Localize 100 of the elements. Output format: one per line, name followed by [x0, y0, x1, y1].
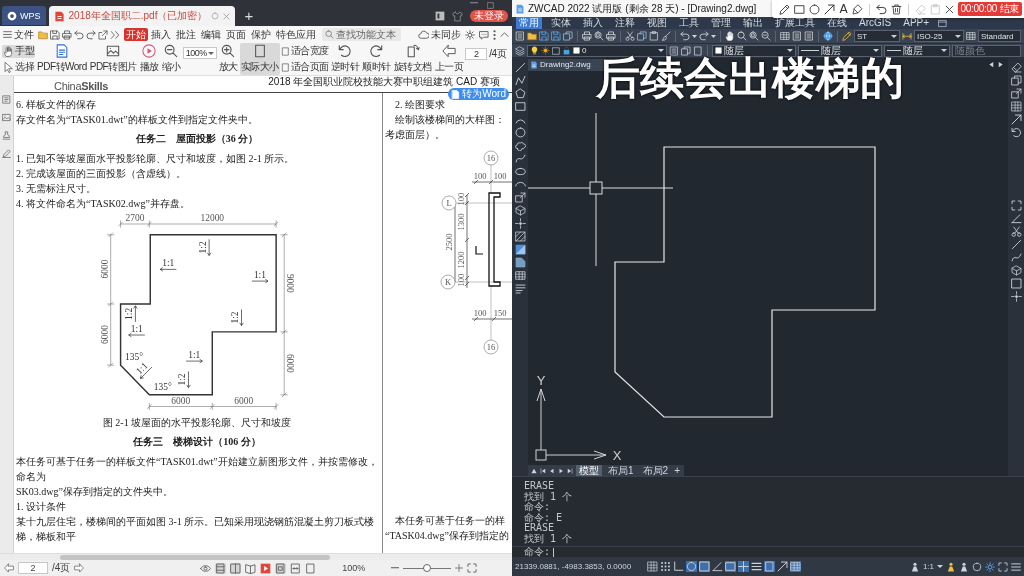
pdf-to-image-button[interactable]: PDF转图片 [88, 43, 138, 75]
text-lines-icon[interactable] [514, 283, 526, 294]
caret-icon[interactable] [787, 49, 793, 52]
file-icon[interactable] [530, 60, 538, 69]
dimension-icon[interactable] [902, 31, 912, 41]
pdf-file-icon[interactable] [53, 10, 65, 22]
scroll-left-icon[interactable] [988, 61, 995, 68]
line-sample-icon[interactable] [801, 49, 819, 52]
hatch-icon[interactable] [514, 231, 526, 242]
next-page-icon[interactable] [74, 563, 85, 573]
menu-tab[interactable]: 注释 [612, 17, 638, 29]
grid-icon[interactable] [1010, 101, 1022, 112]
pen-icon[interactable] [2, 149, 11, 158]
folder-icon[interactable] [527, 31, 537, 41]
printer-icon[interactable] [62, 29, 72, 40]
window-icon[interactable] [938, 18, 948, 28]
scissors-icon[interactable] [625, 31, 635, 41]
play-icon[interactable] [260, 562, 272, 574]
ribbon-tab[interactable]: 编辑 [199, 28, 223, 41]
zoom-out-icon[interactable] [164, 44, 179, 58]
menu-tab[interactable]: 插入 [580, 17, 606, 29]
login-button[interactable]: 未登录 [470, 10, 508, 22]
menu-tab[interactable]: 在线 [824, 17, 850, 29]
ribbon-tab[interactable]: 插入 [149, 28, 173, 41]
menu-tab[interactable]: APP+ [900, 17, 933, 29]
image-icon[interactable] [2, 113, 11, 122]
zoom-window-icon[interactable] [749, 31, 759, 41]
table-icon[interactable] [514, 270, 526, 281]
dot-grid-icon[interactable] [660, 561, 672, 572]
chevron-up-icon[interactable] [500, 30, 509, 39]
image-icon[interactable] [106, 44, 121, 58]
stop-recording-button[interactable]: 00:00:00 结束 [957, 2, 1022, 16]
floppy-icon[interactable] [551, 31, 561, 41]
first-icon[interactable] [540, 467, 546, 474]
zoom-dropdown[interactable]: 100% [182, 47, 217, 59]
home-tab[interactable]: WPS [2, 6, 46, 25]
insert-icon[interactable] [1010, 88, 1022, 99]
more-icon[interactable] [493, 29, 496, 40]
angle-icon[interactable] [1010, 213, 1022, 224]
hand-icon[interactable] [3, 45, 14, 57]
arrow-icon[interactable] [824, 3, 836, 15]
redo-icon[interactable] [86, 29, 96, 40]
stack-icon[interactable] [681, 45, 691, 56]
document-icon[interactable] [54, 44, 69, 58]
polygon-outline[interactable] [614, 146, 876, 418]
layout-tab[interactable]: 布局1 [605, 465, 637, 476]
play-button[interactable]: 播放 [138, 43, 160, 75]
rotate-document-button[interactable]: 旋转文档 [392, 43, 433, 75]
color-dropdown[interactable]: 随层 [712, 44, 796, 57]
panel-icon[interactable] [435, 11, 445, 21]
maximize-icon[interactable] [487, 2, 494, 9]
caret-icon[interactable] [711, 34, 716, 38]
play-icon[interactable] [142, 44, 157, 58]
ortho-icon[interactable] [673, 561, 685, 572]
line-icon[interactable] [514, 62, 526, 73]
rotate-right-button[interactable]: 顺时针 [361, 43, 392, 75]
menu-tab[interactable]: 实体 [548, 17, 574, 29]
menu-tab[interactable]: 常用 [516, 17, 542, 29]
file-menu-button[interactable]: 文件 [3, 28, 34, 41]
stack-icon[interactable] [563, 31, 573, 41]
scrollbar-thumb[interactable] [60, 554, 330, 560]
rectangle-icon[interactable] [794, 3, 806, 15]
rotate-left-button[interactable]: 逆时针 [329, 43, 361, 75]
menu-tab[interactable]: 扩展工具 [772, 17, 818, 29]
zoom-window-icon[interactable] [594, 31, 604, 41]
person-icon[interactable] [946, 561, 956, 572]
double-page-icon[interactable] [230, 562, 242, 574]
eraser-icon[interactable] [1010, 62, 1022, 73]
actual-size-button[interactable]: 实际大小 [239, 43, 280, 75]
undo-icon[interactable] [74, 29, 84, 40]
chat-icon[interactable] [479, 29, 489, 40]
stack-icon[interactable] [1010, 75, 1022, 86]
menu-icon[interactable] [3, 30, 12, 39]
caret-icon[interactable] [207, 51, 214, 55]
pencil-icon[interactable] [779, 3, 791, 15]
search-field[interactable]: 查找功能文本 [322, 28, 401, 41]
ring-icon[interactable] [686, 561, 698, 572]
stamp-icon[interactable] [2, 131, 11, 140]
person-icon[interactable] [909, 561, 920, 572]
person-icon[interactable] [959, 561, 969, 572]
document-icon[interactable] [451, 89, 461, 99]
lineweight-dropdown[interactable]: 随层 [884, 44, 950, 57]
zoom-out-button[interactable]: 缩小 [160, 43, 182, 75]
color-swatch-icon[interactable] [573, 47, 580, 54]
rotate-left-icon[interactable] [337, 44, 352, 58]
pdf-to-word-button[interactable]: PDF转Word [36, 43, 88, 75]
sheet-icon[interactable] [804, 31, 814, 41]
gradient-icon[interactable] [514, 244, 526, 255]
square-icon[interactable] [552, 46, 560, 55]
sheet-icon[interactable] [792, 31, 802, 41]
floppy-icon[interactable] [50, 29, 60, 40]
caret-icon[interactable] [955, 34, 961, 38]
fit-option[interactable]: 适合宽度 [280, 44, 329, 58]
sheet-icon[interactable] [669, 45, 679, 56]
caret-icon[interactable] [692, 34, 697, 38]
table-icon[interactable] [790, 561, 802, 572]
lineweight-icon[interactable] [751, 561, 763, 572]
globe-icon[interactable] [823, 31, 833, 41]
layout-tab[interactable]: 模型 [576, 465, 602, 476]
cursor-icon[interactable] [3, 61, 14, 73]
